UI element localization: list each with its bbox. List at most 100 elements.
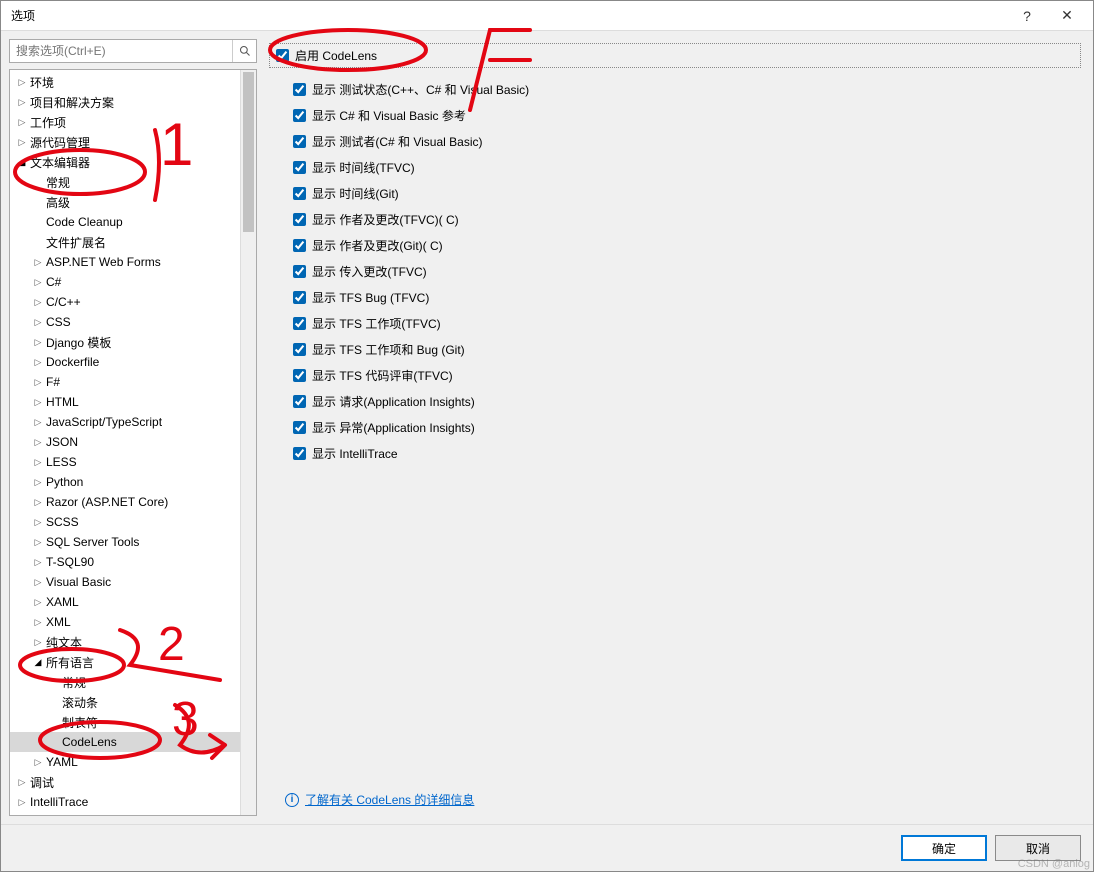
tree-item[interactable]: ▷CSS: [10, 312, 240, 332]
tree-item[interactable]: ▷SCSS: [10, 512, 240, 532]
tree-expander-icon[interactable]: ▷: [16, 777, 28, 788]
tree-item[interactable]: ▷Python: [10, 472, 240, 492]
search-icon[interactable]: [232, 40, 256, 62]
tree-item[interactable]: ▷JavaScript/TypeScript: [10, 412, 240, 432]
tree-expander-icon[interactable]: ▷: [32, 317, 44, 328]
option-checkbox[interactable]: 显示 传入更改(TFVC): [293, 258, 1081, 284]
tree-item[interactable]: ▷Razor (ASP.NET Core): [10, 492, 240, 512]
tree-item[interactable]: ▷LESS: [10, 452, 240, 472]
tree-expander-icon[interactable]: ▷: [32, 257, 44, 268]
checkbox-input[interactable]: [293, 187, 306, 200]
checkbox-input[interactable]: [293, 109, 306, 122]
tree-item[interactable]: ▷环境: [10, 72, 240, 92]
tree-expander-icon[interactable]: ▷: [32, 437, 44, 448]
tree-item[interactable]: ▷C/C++: [10, 292, 240, 312]
checkbox-input[interactable]: [293, 421, 306, 434]
tree-expander-icon[interactable]: ▷: [16, 77, 28, 88]
option-checkbox[interactable]: 显示 TFS Bug (TFVC): [293, 284, 1081, 310]
option-checkbox[interactable]: 显示 作者及更改(Git)( C): [293, 232, 1081, 258]
tree-expander-icon[interactable]: ▷: [16, 137, 28, 148]
scrollbar-thumb[interactable]: [243, 72, 254, 232]
checkbox-input[interactable]: [293, 447, 306, 460]
tree-expander-icon[interactable]: ▷: [16, 97, 28, 108]
tree-expander-icon[interactable]: ▷: [32, 477, 44, 488]
tree-expander-icon[interactable]: ▷: [32, 377, 44, 388]
tree-item[interactable]: 常规: [10, 172, 240, 192]
option-checkbox[interactable]: 显示 IntelliTrace: [293, 440, 1081, 466]
checkbox-input[interactable]: [293, 291, 306, 304]
option-checkbox[interactable]: 显示 测试状态(C++、C# 和 Visual Basic): [293, 76, 1081, 102]
learn-more-link[interactable]: 了解有关 CodeLens 的详细信息: [305, 791, 474, 808]
tree-expander-icon[interactable]: ▷: [32, 297, 44, 308]
tree-item[interactable]: ▷Visual Basic: [10, 572, 240, 592]
options-tree[interactable]: ▷环境▷项目和解决方案▷工作项▷源代码管理◢文本编辑器常规高级Code Clea…: [10, 70, 240, 815]
tree-expander-icon[interactable]: ◢: [16, 157, 28, 168]
tree-item[interactable]: ◢文本编辑器: [10, 152, 240, 172]
close-button[interactable]: ✕: [1047, 2, 1087, 30]
tree-item[interactable]: 滚动条: [10, 692, 240, 712]
checkbox-input[interactable]: [293, 161, 306, 174]
option-checkbox[interactable]: 显示 作者及更改(TFVC)( C): [293, 206, 1081, 232]
checkbox-input[interactable]: [293, 317, 306, 330]
tree-expander-icon[interactable]: ▷: [32, 457, 44, 468]
tree-expander-icon[interactable]: ▷: [16, 117, 28, 128]
checkbox-input[interactable]: [293, 213, 306, 226]
tree-expander-icon[interactable]: ▷: [32, 497, 44, 508]
option-checkbox[interactable]: 显示 请求(Application Insights): [293, 388, 1081, 414]
tree-item[interactable]: ▷YAML: [10, 752, 240, 772]
tree-item[interactable]: ▷HTML: [10, 392, 240, 412]
tree-item[interactable]: ▷源代码管理: [10, 132, 240, 152]
search-input[interactable]: [10, 40, 232, 62]
tree-scrollbar[interactable]: [240, 70, 256, 815]
tree-item[interactable]: CodeLens: [10, 732, 240, 752]
tree-expander-icon[interactable]: ▷: [32, 357, 44, 368]
tree-expander-icon[interactable]: ▷: [32, 277, 44, 288]
tree-item[interactable]: ▷T-SQL90: [10, 552, 240, 572]
option-checkbox[interactable]: 显示 测试者(C# 和 Visual Basic): [293, 128, 1081, 154]
tree-expander-icon[interactable]: ▷: [32, 517, 44, 528]
checkbox-input[interactable]: [293, 239, 306, 252]
tree-expander-icon[interactable]: ▷: [16, 797, 28, 808]
checkbox-input[interactable]: [293, 395, 306, 408]
option-checkbox[interactable]: 显示 异常(Application Insights): [293, 414, 1081, 440]
tree-item[interactable]: ▷F#: [10, 372, 240, 392]
tree-item[interactable]: ▷纯文本: [10, 632, 240, 652]
checkbox-input[interactable]: [293, 369, 306, 382]
option-checkbox[interactable]: 显示 时间线(TFVC): [293, 154, 1081, 180]
tree-item[interactable]: ▷C#: [10, 272, 240, 292]
tree-item[interactable]: ▷工作项: [10, 112, 240, 132]
tree-expander-icon[interactable]: ▷: [32, 397, 44, 408]
tree-expander-icon[interactable]: ▷: [32, 577, 44, 588]
tree-expander-icon[interactable]: ▷: [32, 637, 44, 648]
tree-item[interactable]: ▷XAML: [10, 592, 240, 612]
tree-item[interactable]: ▷XML: [10, 612, 240, 632]
option-checkbox[interactable]: 显示 TFS 工作项和 Bug (Git): [293, 336, 1081, 362]
help-button[interactable]: ?: [1007, 2, 1047, 30]
tree-item[interactable]: ▷项目和解决方案: [10, 92, 240, 112]
checkbox-input[interactable]: [293, 343, 306, 356]
tree-item[interactable]: 高级: [10, 192, 240, 212]
option-checkbox[interactable]: 显示 TFS 代码评审(TFVC): [293, 362, 1081, 388]
tree-item[interactable]: 制表符: [10, 712, 240, 732]
checkbox-input[interactable]: [293, 135, 306, 148]
tree-expander-icon[interactable]: ▷: [32, 337, 44, 348]
tree-item[interactable]: ▷JSON: [10, 432, 240, 452]
tree-expander-icon[interactable]: ▷: [32, 417, 44, 428]
tree-item[interactable]: ▷IntelliTrace: [10, 792, 240, 812]
tree-item[interactable]: 文件扩展名: [10, 232, 240, 252]
checkbox-input[interactable]: [293, 265, 306, 278]
tree-item[interactable]: ▷SQL Server Tools: [10, 532, 240, 552]
tree-item[interactable]: ▷调试: [10, 772, 240, 792]
checkbox-input[interactable]: [293, 83, 306, 96]
tree-item[interactable]: Code Cleanup: [10, 212, 240, 232]
option-checkbox[interactable]: 显示 TFS 工作项(TFVC): [293, 310, 1081, 336]
tree-expander-icon[interactable]: ▷: [32, 557, 44, 568]
enable-codelens-input[interactable]: [276, 49, 289, 62]
tree-item[interactable]: ▷Django 模板: [10, 332, 240, 352]
tree-item[interactable]: ◢所有语言: [10, 652, 240, 672]
ok-button[interactable]: 确定: [901, 835, 987, 861]
tree-expander-icon[interactable]: ▷: [32, 757, 44, 768]
option-checkbox[interactable]: 显示 C# 和 Visual Basic 参考: [293, 102, 1081, 128]
tree-item[interactable]: ▷Dockerfile: [10, 352, 240, 372]
tree-item[interactable]: ▷ASP.NET Web Forms: [10, 252, 240, 272]
